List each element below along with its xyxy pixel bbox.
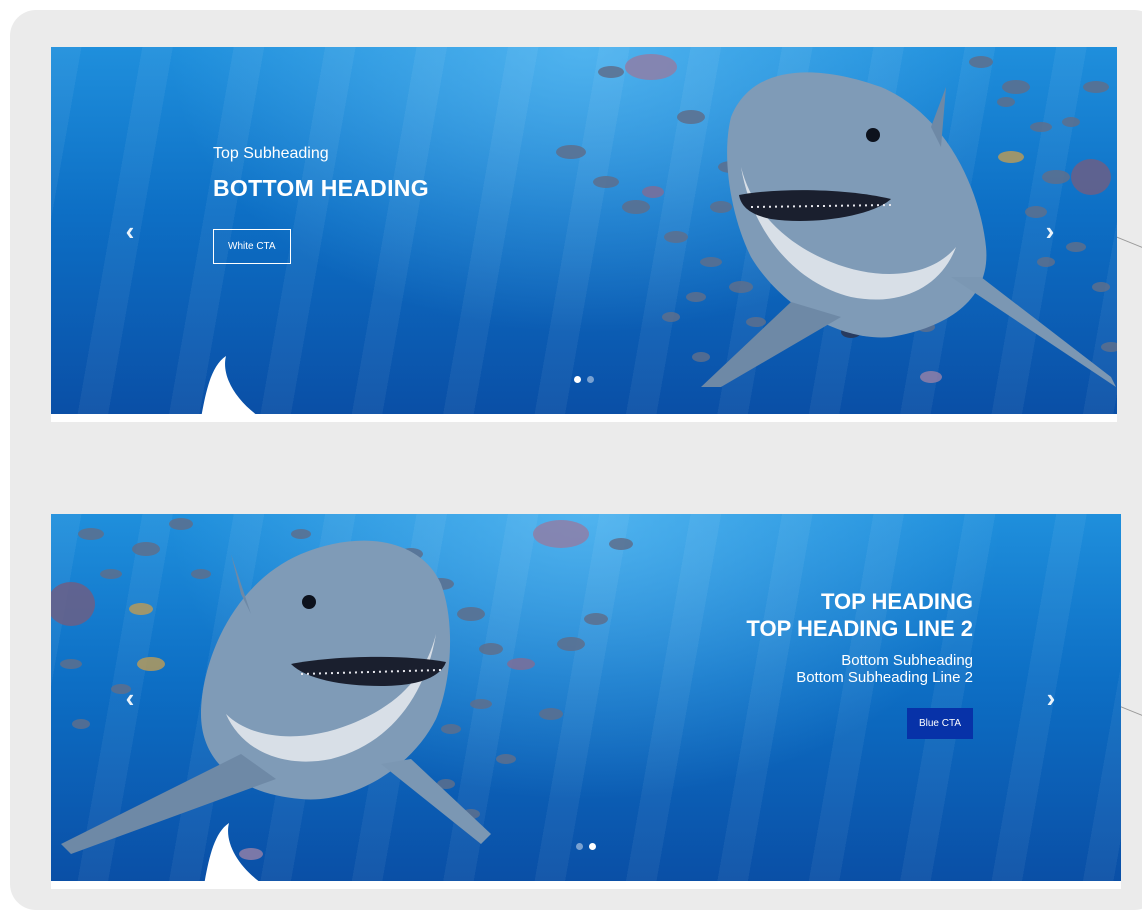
chevron-left-icon[interactable]: ‹ [118,683,142,713]
hero-carousel-slide-2: TOP HEADING TOP HEADING LINE 2 Bottom Su… [51,514,1121,881]
banner-bottom-border [51,881,1121,889]
chevron-right-icon[interactable]: › [1039,683,1063,713]
banner-bottom-border [51,414,1117,422]
slide-2-heading: TOP HEADING TOP HEADING LINE 2 [746,588,973,642]
slide-1-caption: Top Subheading BOTTOM HEADING White CTA [213,145,429,264]
carousel-pagination [51,837,1121,855]
chevron-left-icon[interactable]: ‹ [118,216,142,246]
slide-2-subheading-line-1: Bottom Subheading [841,652,973,669]
carousel-dot-2[interactable] [587,376,594,383]
slide-2-subheading: Bottom Subheading Bottom Subheading Line… [746,652,973,686]
slide-1-subheading: Top Subheading [213,145,329,162]
slide-2-heading-line-1: TOP HEADING [821,589,973,614]
carousel-dot-1[interactable] [576,843,583,850]
white-cta-button[interactable]: White CTA [213,229,291,264]
slide-2-caption: TOP HEADING TOP HEADING LINE 2 Bottom Su… [746,588,973,739]
carousel-dot-2[interactable] [589,843,596,850]
slide-2-heading-line-2: TOP HEADING LINE 2 [746,616,973,641]
hero-carousel-slide-1: Top Subheading BOTTOM HEADING White CTA … [51,47,1117,414]
carousel-pagination [51,370,1117,388]
slide-1-heading: BOTTOM HEADING [213,175,429,201]
blue-cta-button[interactable]: Blue CTA [906,708,973,739]
chevron-right-icon[interactable]: › [1038,216,1062,246]
carousel-dot-1[interactable] [574,376,581,383]
slide-2-subheading-line-2: Bottom Subheading Line 2 [796,669,973,686]
